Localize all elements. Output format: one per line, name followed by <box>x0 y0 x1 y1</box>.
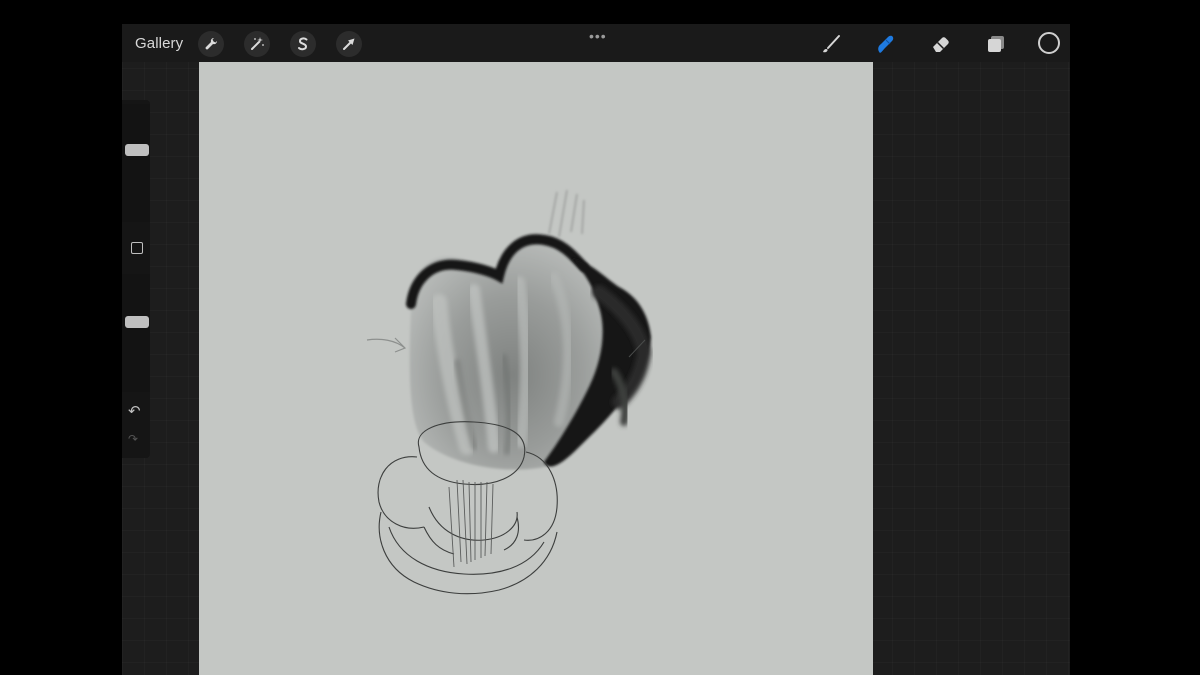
smudge-tool[interactable] <box>873 31 899 57</box>
adjustments-button[interactable] <box>244 31 270 57</box>
active-color-swatch <box>1042 36 1056 50</box>
layers-tool[interactable] <box>983 31 1009 57</box>
brush-size-slider[interactable] <box>122 104 150 222</box>
modify-button[interactable] <box>131 242 143 254</box>
layers-icon <box>988 36 1004 52</box>
wrench-icon <box>205 37 218 50</box>
brush-size-thumb[interactable] <box>125 144 149 156</box>
transform-button[interactable] <box>336 31 362 57</box>
eraser-icon <box>933 37 949 52</box>
canvas-grabber[interactable]: ••• <box>589 28 607 44</box>
top-toolbar: Gallery ••• <box>122 24 1070 62</box>
brush-tool[interactable] <box>818 31 844 57</box>
sketch-artwork <box>366 189 652 595</box>
left-sidebar: ↶ ↷ <box>122 100 150 458</box>
color-picker[interactable] <box>1038 32 1060 54</box>
eraser-tool[interactable] <box>928 31 954 57</box>
selection-s-icon <box>298 37 308 51</box>
redo-button[interactable]: ↷ <box>128 432 138 446</box>
procreate-window: Gallery ••• ↶ ↷ <box>122 24 1070 675</box>
opacity-slider[interactable] <box>122 274 150 392</box>
actions-button[interactable] <box>198 31 224 57</box>
undo-button[interactable]: ↶ <box>128 402 141 420</box>
brush-icon <box>823 35 840 53</box>
opacity-thumb[interactable] <box>125 316 149 328</box>
drawing-canvas[interactable] <box>199 62 873 675</box>
arrow-cursor-icon <box>343 38 355 50</box>
magic-wand-icon <box>251 37 264 50</box>
gallery-button[interactable]: Gallery <box>135 35 183 52</box>
selection-button[interactable] <box>290 31 316 57</box>
smudge-finger-icon <box>878 35 894 53</box>
